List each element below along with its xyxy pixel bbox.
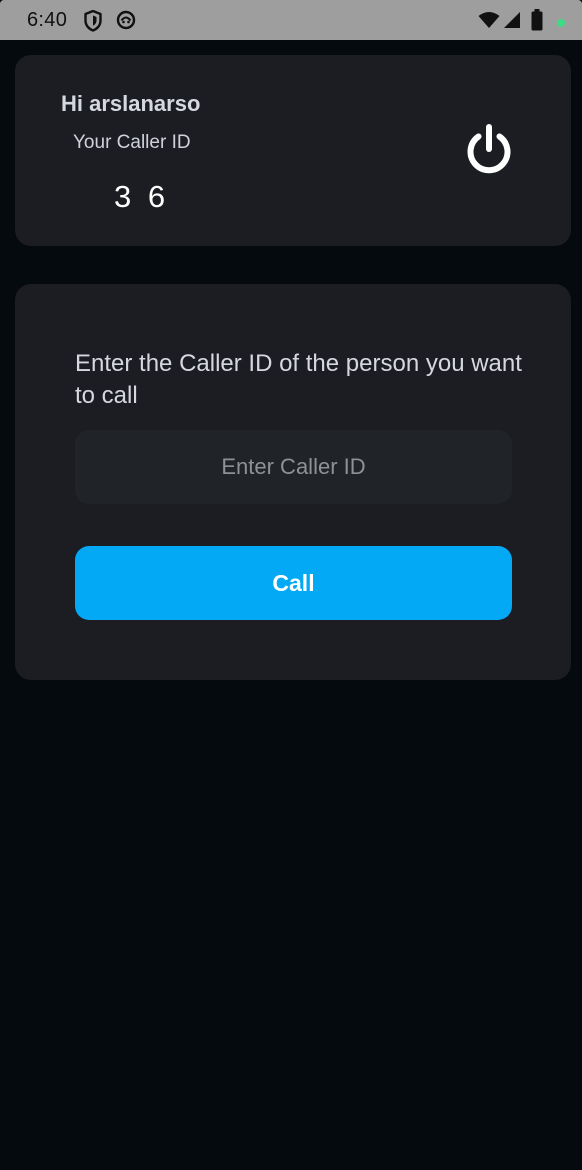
- caller-id-input[interactable]: [75, 430, 512, 504]
- wifi-icon: [478, 11, 500, 34]
- power-icon: [467, 124, 511, 174]
- power-button[interactable]: [461, 122, 517, 178]
- caller-id-label: Your Caller ID: [73, 132, 191, 153]
- shield-icon: [84, 9, 102, 37]
- profile-card: Hi arslanarso Your Caller ID 3 6: [15, 55, 571, 246]
- battery-icon: [531, 9, 543, 36]
- greeting-text: Hi arslanarso: [61, 91, 201, 116]
- signal-icon: [503, 11, 521, 34]
- status-bar: 6:40: [0, 0, 582, 40]
- caller-id-value: 3 6: [114, 179, 170, 214]
- privacy-dot-icon: [556, 15, 566, 33]
- app-notification-icon: [116, 10, 136, 35]
- call-prompt: Enter the Caller ID of the person you wa…: [75, 350, 522, 409]
- call-button[interactable]: Call: [75, 546, 512, 620]
- call-card: Enter the Caller ID of the person you wa…: [15, 284, 571, 680]
- status-time: 6:40: [27, 9, 68, 31]
